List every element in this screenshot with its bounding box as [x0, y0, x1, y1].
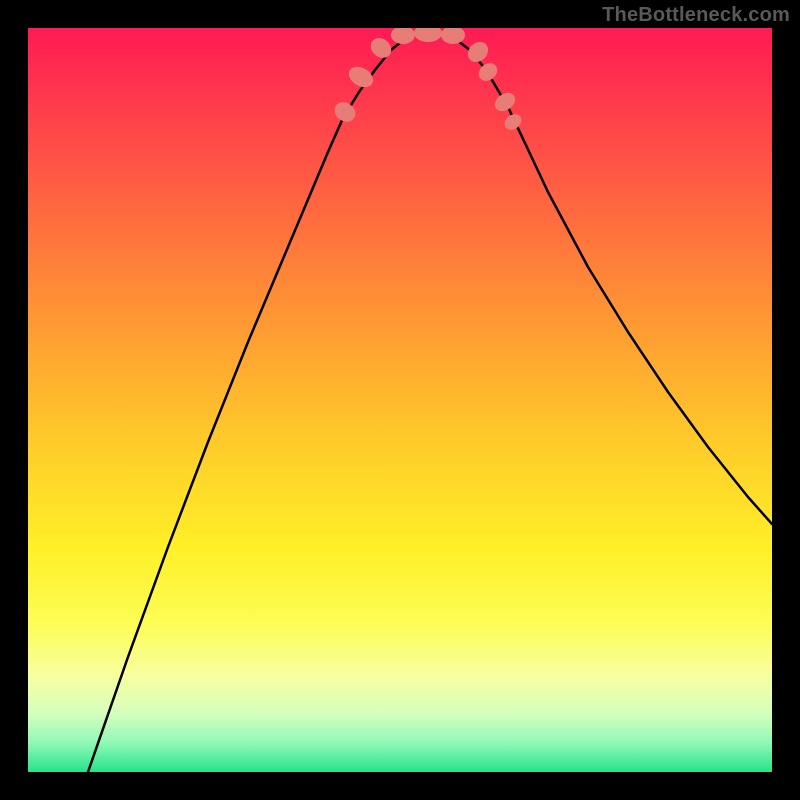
watermark-label: TheBottleneck.com: [602, 4, 790, 27]
curve-marker: [367, 34, 395, 62]
bottleneck-curve-path: [88, 33, 772, 772]
gradient-plot-area: [28, 28, 772, 772]
curve-marker: [345, 63, 377, 92]
curve-marker: [502, 111, 525, 133]
image-frame: TheBottleneck.com: [0, 0, 800, 800]
curve-marker: [491, 89, 518, 115]
curve-marker: [391, 28, 415, 44]
bottleneck-curve-svg: [28, 28, 772, 772]
curve-marker: [441, 28, 465, 44]
curve-marker: [331, 98, 359, 125]
curve-marker: [414, 28, 442, 42]
